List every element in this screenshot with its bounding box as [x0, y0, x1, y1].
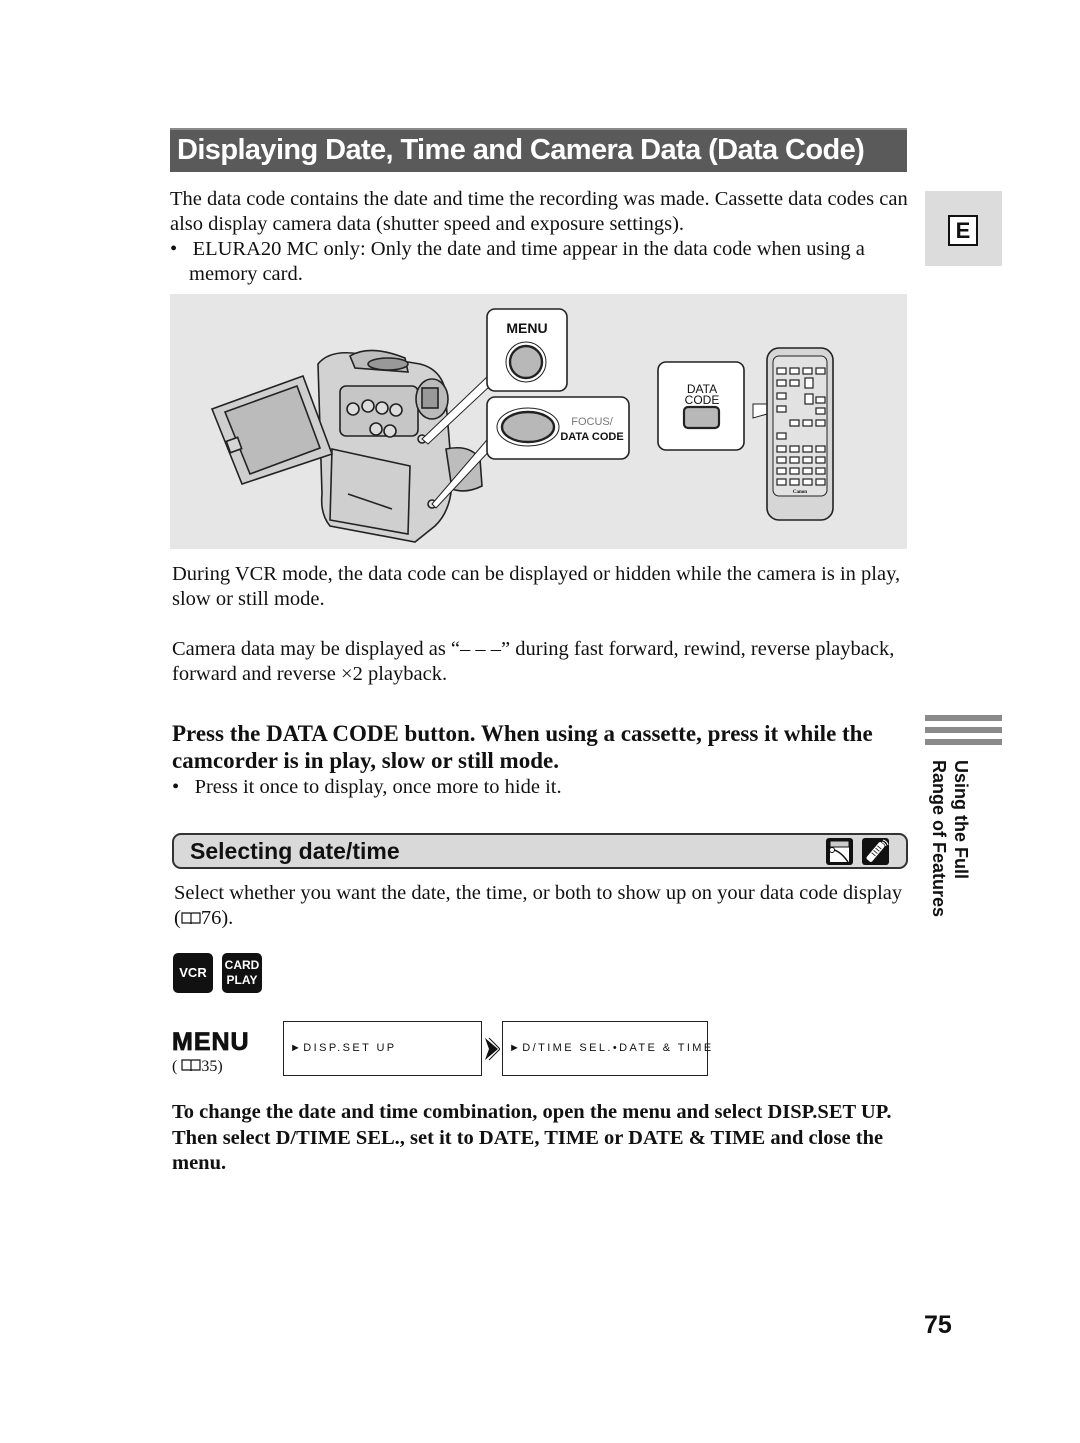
closing-instruction: To change the date and time combination,… — [172, 1101, 892, 1174]
ref-open: ( — [172, 1058, 182, 1075]
bullet-symbol: • — [172, 776, 180, 798]
vcr-mode-badge: VCR — [173, 953, 213, 993]
intro-bullet-text: ELURA20 MC only: Only the date and time … — [189, 238, 865, 285]
vcr-mode-note: During VCR mode, the data code can be di… — [172, 563, 901, 610]
illustration-svg: MENU FOCUS/ DATA CODE DATA CODE Canon — [210, 308, 834, 543]
intro-paragraph: The data code contains the date and time… — [170, 188, 908, 235]
chapter-tab-bars — [925, 715, 1002, 751]
description-text-end: ). — [221, 907, 234, 929]
step-instruction: Press the DATA CODE button. When using a… — [172, 721, 873, 773]
remote-brand: Canon — [793, 490, 807, 495]
section-description: Select whether you want the date, the ti… — [174, 881, 914, 931]
chapter-label-line1: Using the Full — [951, 760, 971, 879]
section-header: Selecting date/time — [172, 833, 908, 869]
play-marker-icon: ► — [509, 1042, 523, 1054]
chapter-bar — [925, 727, 1002, 733]
book-reference-icon — [181, 1058, 201, 1072]
intro-text: The data code contains the date and time… — [170, 187, 910, 287]
menu-label: MENU — [172, 1028, 250, 1057]
chapter-label-line2: Range of Features — [929, 760, 949, 918]
page-title: Displaying Date, Time and Camera Data (D… — [177, 134, 865, 166]
chapter-tab-label: Using the Full Range of Features — [922, 760, 972, 940]
menu-item-text: DISP.SET UP — [303, 1042, 397, 1054]
card-badge-line2: PLAY — [226, 973, 258, 987]
focus-label: FOCUS/ — [571, 416, 614, 428]
menu-screen-dtime-sel: ►D/TIME SEL.•DATE & TIME — [502, 1021, 711, 1076]
language-tab: E — [925, 191, 1002, 266]
camera-data-note: Camera data may be displayed as “– – –” … — [172, 638, 895, 685]
remote-control-icon — [862, 838, 889, 865]
menu-page-reference: ( 35) — [172, 1057, 223, 1077]
play-marker-icon: ► — [290, 1042, 304, 1054]
book-reference-icon — [181, 907, 201, 925]
datacode-label: DATA CODE — [560, 431, 623, 443]
step-bullet: • Press it once to display, once more to… — [172, 775, 931, 800]
menu-screen-disp-setup: ►DISP.SET UP — [283, 1021, 482, 1076]
step-bullet-text: Press it once to display, once more to h… — [194, 776, 562, 798]
camcorder-icon — [210, 349, 483, 543]
section-title: Selecting date/time — [190, 838, 400, 864]
card-badge-line1: CARD — [224, 958, 260, 972]
page-reference[interactable]: 35 — [201, 1058, 217, 1075]
page-title-bar: Displaying Date, Time and Camera Data (D… — [170, 128, 907, 172]
language-letter: E — [948, 215, 978, 246]
menu-callout-label: MENU — [506, 320, 547, 336]
remote-callout-label-line2: CODE — [685, 393, 720, 407]
next-step-arrow-icon — [485, 1037, 500, 1061]
chapter-label-text: Using the Full Range of Features — [928, 760, 972, 917]
cassette-mode-icon — [826, 838, 853, 865]
camcorder-illustration: MENU FOCUS/ DATA CODE DATA CODE Canon — [170, 294, 907, 549]
description-text: Select whether you want the date, the ti… — [174, 882, 903, 929]
card-play-mode-badge: CARD PLAY — [222, 953, 262, 993]
chapter-bar — [925, 739, 1002, 745]
page-number: 75 — [924, 1311, 952, 1339]
intro-bullet: • ELURA20 MC only: Only the date and tim… — [170, 237, 910, 287]
bullet-symbol: • — [170, 238, 178, 260]
chapter-bar — [925, 715, 1002, 721]
page-reference[interactable]: 76 — [201, 907, 222, 929]
focus-datacode-callout — [486, 396, 630, 460]
ref-close: ) — [217, 1058, 223, 1075]
menu-item-text: D/TIME SEL.•DATE & TIME — [522, 1042, 714, 1054]
